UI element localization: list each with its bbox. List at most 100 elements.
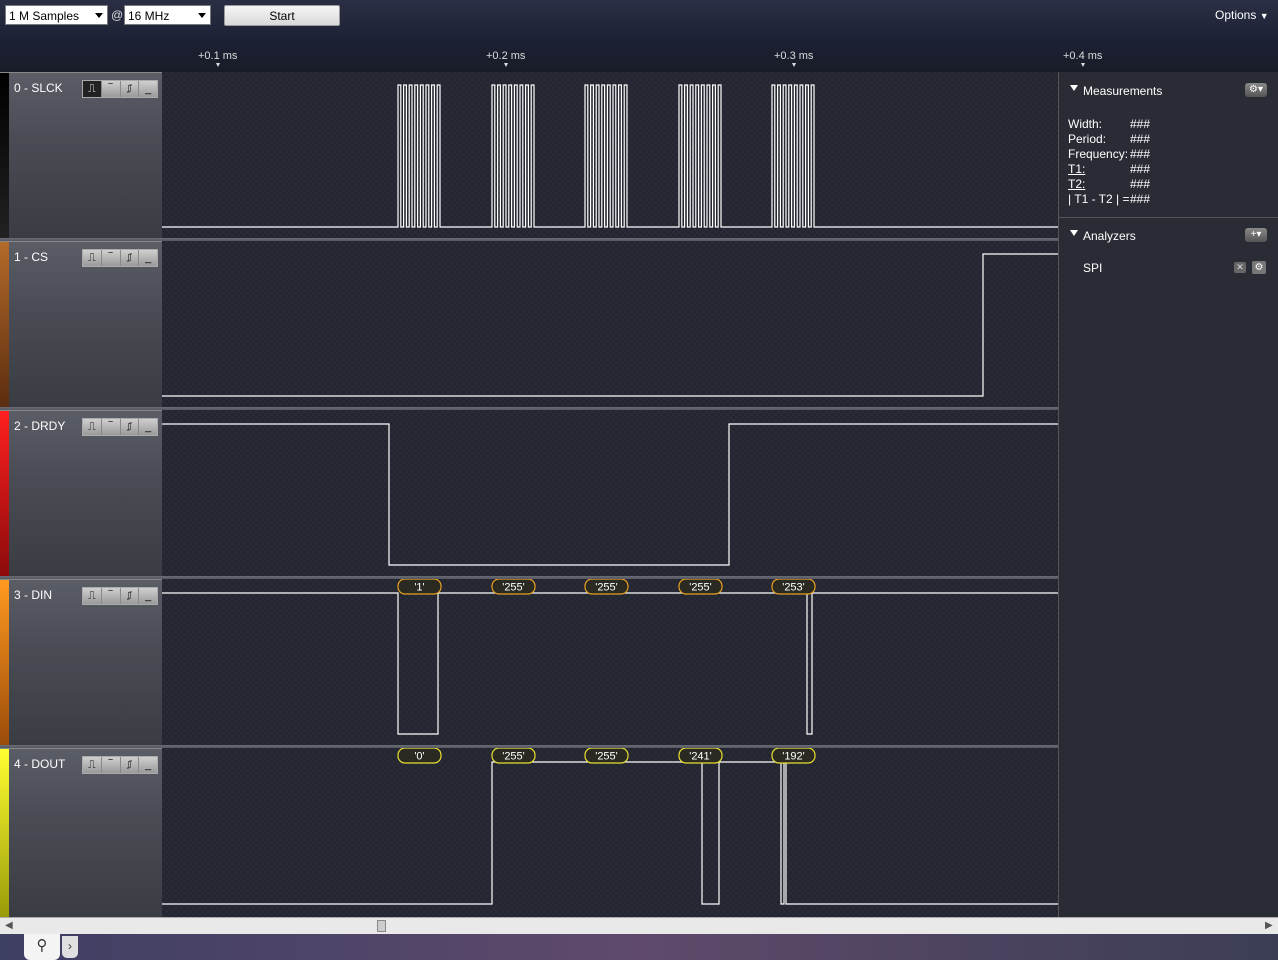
high-level-icon[interactable]: ‾ [101,250,121,266]
add-analyzer-icon[interactable]: +▾ [1245,228,1267,242]
channel-color-swatch [0,411,9,579]
falling-edge-icon[interactable]: ⎎ [120,588,140,604]
decoded-value-text: '1' [414,582,424,594]
channel-label: 0 - SLCK [14,81,63,95]
timeline-tick: +0.2 ms [486,50,525,67]
channel-0: 0 - SLCK ⎍ ‾ ⎎ _ [0,72,1058,241]
measurement-row: Width: ### [1068,117,1151,131]
low-level-icon[interactable]: _ [139,419,157,435]
rising-edge-icon[interactable]: ⎍ [83,757,102,773]
rising-edge-icon[interactable]: ⎍ [83,419,102,435]
waveform-svg [162,253,1058,397]
tick-mark-icon [216,63,220,67]
waveform-area[interactable] [162,410,1058,579]
start-button[interactable]: Start [224,5,340,26]
sample-rate-select[interactable]: 16 MHz [124,5,211,25]
analyzers-header[interactable]: Analyzers +▾ [1059,220,1278,248]
collapse-icon[interactable] [1070,230,1078,236]
channel-label: 1 - CS [14,250,49,264]
scroll-thumb[interactable] [377,920,386,932]
channel-1: 1 - CS ⎍ ‾ ⎎ _ [0,241,1058,410]
options-menu[interactable]: Options ▼ [1215,8,1269,22]
chevron-down-icon: ▼ [1259,11,1269,21]
trigger-buttons: ⎍ ‾ ⎎ _ [82,249,158,267]
search-icon[interactable]: ⚲ [24,934,60,960]
high-level-icon[interactable]: ‾ [101,757,121,773]
high-level-icon[interactable]: ‾ [101,588,121,604]
scroll-left-icon[interactable]: ◀ [5,920,13,931]
waveform-area[interactable] [162,72,1058,241]
timeline-tick: +0.1 ms [198,50,237,67]
falling-edge-icon[interactable]: ⎎ [120,81,140,97]
rising-edge-icon[interactable]: ⎍ [83,588,102,604]
falling-edge-icon[interactable]: ⎎ [120,757,140,773]
measurements-title: Measurements [1083,84,1163,98]
measurement-row: Period: ### [1068,132,1151,146]
decoded-value-text: '192' [782,751,805,763]
at-label: @ [111,8,124,22]
channel-color-swatch [0,73,9,241]
low-level-icon[interactable]: _ [139,250,157,266]
scroll-right-icon[interactable]: ▶ [1265,920,1273,931]
measurement-row: | T1 - T2 | = ### [1068,192,1151,206]
analyzers-title: Analyzers [1083,229,1136,243]
channel-header[interactable]: 3 - DIN ⎍ ‾ ⎎ _ [0,579,162,748]
trigger-buttons: ⎍ ‾ ⎎ _ [82,587,158,605]
high-level-icon[interactable]: ‾ [101,81,121,97]
measurement-row-t2[interactable]: T2: ### [1068,177,1150,191]
analyzer-item-spi[interactable]: SPI [1083,261,1102,275]
waveform-trace [162,84,1058,228]
decoded-value-text: '255' [502,582,525,594]
decoded-value-text: '255' [595,582,618,594]
panel-divider [1059,217,1278,218]
rising-edge-icon[interactable]: ⎍ [83,81,102,97]
waveform-trace [162,592,1058,735]
falling-edge-icon[interactable]: ⎎ [120,419,140,435]
measurement-row: Frequency: ### [1068,147,1151,161]
bottom-bar [0,934,1278,960]
rising-edge-icon[interactable]: ⎍ [83,250,102,266]
channel-color-swatch [0,242,9,410]
high-level-icon[interactable]: ‾ [101,419,121,435]
timeline-tick: +0.3 ms [774,50,813,67]
options-label: Options [1215,8,1257,22]
waveform-trace [162,253,1058,397]
close-icon[interactable]: ✕ [1234,262,1246,273]
waveform-area[interactable] [162,241,1058,410]
channel-header[interactable]: 2 - DRDY ⎍ ‾ ⎎ _ [0,410,162,579]
channel-header[interactable]: 0 - SLCK ⎍ ‾ ⎎ _ [0,72,162,241]
channel-label: 4 - DOUT [14,757,66,771]
chevron-right-icon[interactable]: › [62,936,78,958]
waveform-trace [162,423,1058,566]
falling-edge-icon[interactable]: ⎎ [120,250,140,266]
waveform-svg [162,423,1058,566]
low-level-icon[interactable]: _ [139,588,157,604]
sample-count-select[interactable]: 1 M Samples [5,5,108,25]
decoded-value-text: '253' [782,582,805,594]
horizontal-scrollbar[interactable]: ◀ ▶ [0,917,1278,934]
collapse-icon[interactable] [1070,85,1078,91]
channel-header[interactable]: 4 - DOUT ⎍ ‾ ⎎ _ [0,748,162,917]
tick-mark-icon [504,63,508,67]
waveform-svg [162,84,1058,228]
waveform-area[interactable]: '0' '255' '255' '241' '192' [162,748,1058,917]
sample-rate-value: 16 MHz [128,9,170,23]
low-level-icon[interactable]: _ [139,81,157,97]
side-panel: Measurements ⚙▾ Width: ### Period: ### Fre… [1058,72,1278,917]
channel-list: 0 - SLCK ⎍ ‾ ⎎ _ 1 - CS ⎍ ‾ ⎎ _ 2 - DRDY… [0,72,1058,917]
channel-header[interactable]: 1 - CS ⎍ ‾ ⎎ _ [0,241,162,410]
gear-icon[interactable]: ⚙ [1252,261,1266,274]
sample-count-value: 1 M Samples [9,9,80,23]
low-level-icon[interactable]: _ [139,757,157,773]
waveform-svg: '0' '255' '255' '241' '192' [162,748,1058,905]
trigger-buttons: ⎍ ‾ ⎎ _ [82,80,158,98]
waveform-area[interactable]: '1' '255' '255' '255' '253' [162,579,1058,748]
measurements-header[interactable]: Measurements ⚙▾ [1059,75,1278,103]
gear-icon[interactable]: ⚙▾ [1245,83,1267,97]
channel-4: 4 - DOUT ⎍ ‾ ⎎ _ '0' '255' '255' '241' '192' [0,748,1058,917]
chevron-down-icon [198,13,206,18]
channel-color-swatch [0,580,9,748]
decoded-value-text: '0' [414,751,424,763]
measurement-row-t1[interactable]: T1: ### [1068,162,1150,176]
decoded-value-text: '241' [689,751,712,763]
